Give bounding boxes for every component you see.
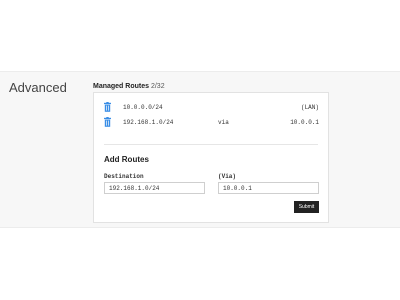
route-row: 192.168.1.0/24 via 10.0.0.1 [94, 117, 328, 129]
via-input[interactable] [218, 182, 319, 194]
route-destination: 192.168.1.0/24 [123, 119, 174, 126]
route-gateway: (LAN) [300, 104, 319, 111]
route-gateway: 10.0.0.1 [290, 119, 319, 126]
submit-button[interactable]: Submit [294, 201, 319, 213]
route-row: 10.0.0.0/24 (LAN) [94, 102, 328, 114]
managed-routes-heading: Managed Routes 2/32 [93, 83, 165, 90]
via-label: (Via) [218, 173, 237, 180]
add-routes-heading: Add Routes [104, 155, 149, 164]
managed-routes-count: 2/32 [150, 83, 165, 90]
managed-routes-title: Managed Routes [93, 83, 150, 90]
section-divider [104, 144, 318, 145]
section-title: Advanced [9, 80, 67, 95]
route-via-label: via [218, 119, 229, 126]
destination-label: Destination [104, 173, 144, 180]
trash-icon[interactable] [104, 117, 111, 127]
trash-icon[interactable] [104, 102, 111, 112]
destination-input[interactable] [104, 182, 205, 194]
route-destination: 10.0.0.0/24 [123, 104, 163, 111]
routes-panel: 10.0.0.0/24 (LAN) 192.168.1.0/24 via 10.… [93, 92, 329, 223]
